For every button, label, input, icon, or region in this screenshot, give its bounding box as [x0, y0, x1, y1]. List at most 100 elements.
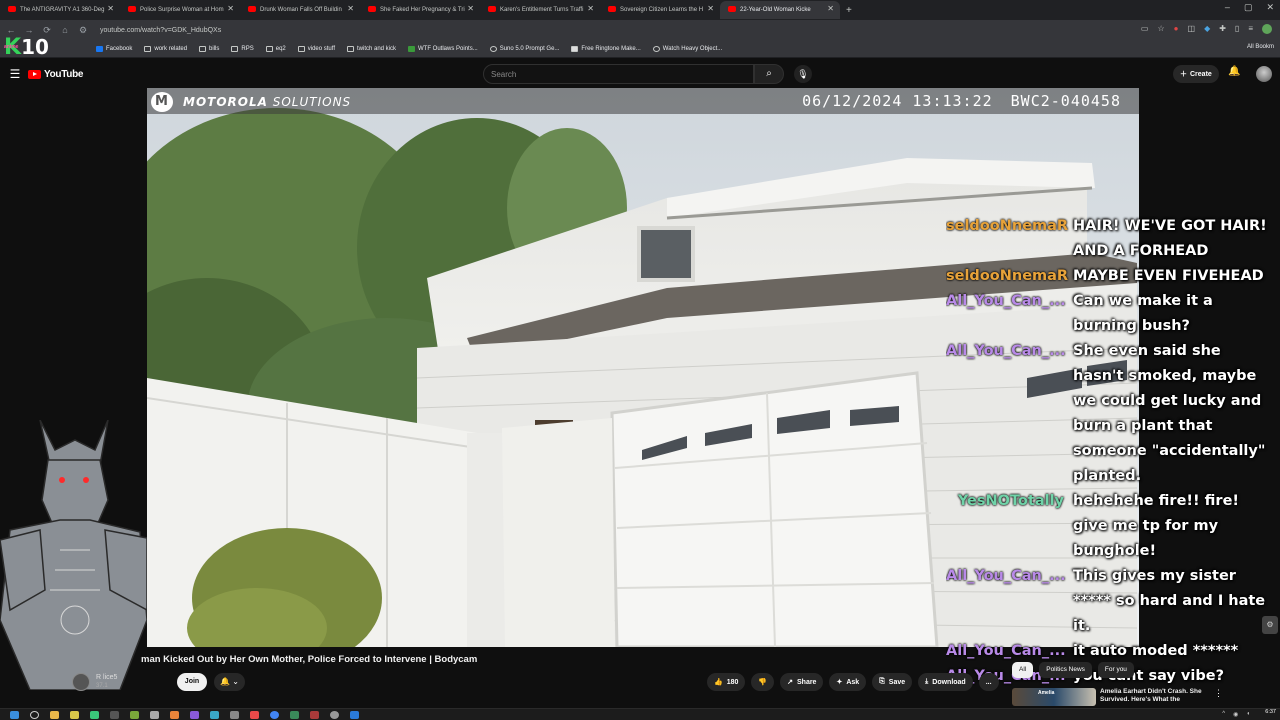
- bookmark-item[interactable]: Facebook: [96, 45, 133, 52]
- browser-tab[interactable]: She Faked Her Pregnancy & Tri ✕: [360, 1, 480, 19]
- app-icon[interactable]: [130, 710, 139, 719]
- app-icon[interactable]: [350, 710, 359, 719]
- bookmark-item[interactable]: Watch Heavy Object...: [652, 45, 722, 52]
- app-icon[interactable]: [290, 710, 299, 719]
- share-button[interactable]: ↗ Share: [780, 673, 824, 691]
- app-icon[interactable]: [230, 710, 239, 719]
- browser-tab[interactable]: Karen's Entitlement Turns Traffi ✕: [480, 1, 600, 19]
- close-tab-icon[interactable]: ✕: [587, 4, 594, 13]
- join-button[interactable]: Join: [177, 673, 207, 691]
- app-icon[interactable]: [190, 710, 199, 719]
- browser-tab[interactable]: Sovereign Citizen Learns the H ✕: [600, 1, 720, 19]
- save-button[interactable]: ⎘ Save: [872, 673, 913, 691]
- system-clock[interactable]: 6:37: [1265, 709, 1276, 715]
- extension-icon[interactable]: ◆: [1204, 24, 1210, 34]
- chip-all[interactable]: All: [1012, 662, 1034, 678]
- channel-avatar[interactable]: [72, 673, 90, 691]
- bookmark-folder[interactable]: twitch and kick: [347, 45, 396, 52]
- save-label: Save: [888, 678, 906, 686]
- volume-icon[interactable]: ◖: [1246, 711, 1250, 718]
- settings-icon[interactable]: [330, 710, 339, 719]
- bookmark-folder[interactable]: eq2: [265, 45, 286, 52]
- youtube-logo[interactable]: YouTube: [28, 69, 84, 80]
- url-field[interactable]: youtube.com/watch?v=GDK_HdubQXs: [100, 27, 221, 34]
- recommended-title[interactable]: Amelia Earhart Didn't Crash. She Survive…: [1100, 688, 1210, 706]
- maximize-icon[interactable]: ▢: [1244, 2, 1253, 13]
- browser-tab[interactable]: Police Surprise Woman at Hom ✕: [120, 1, 240, 19]
- file-explorer-icon[interactable]: [50, 710, 59, 719]
- search-input[interactable]: Search: [483, 64, 754, 84]
- all-bookmarks-button[interactable]: All Bookm: [1247, 44, 1274, 50]
- app-icon[interactable]: [310, 710, 319, 719]
- recommended-thumbnail[interactable]: Amelia: [1012, 688, 1096, 706]
- app-icon[interactable]: [70, 710, 79, 719]
- like-button[interactable]: 👍 180: [707, 673, 746, 691]
- network-icon[interactable]: ◉: [1233, 711, 1238, 718]
- bookmark-item[interactable]: Free Ringtone Make...: [571, 45, 641, 52]
- app-icon[interactable]: [250, 710, 259, 719]
- profile-avatar[interactable]: [1262, 24, 1272, 34]
- minimize-icon[interactable]: –: [1225, 2, 1230, 13]
- bookmark-folder[interactable]: RPS: [231, 45, 254, 52]
- profile-icon[interactable]: ≡: [1248, 24, 1253, 34]
- close-window-icon[interactable]: ✕: [1266, 2, 1274, 13]
- chevron-up-icon[interactable]: ^: [1222, 711, 1225, 718]
- bookmark-item[interactable]: WTF Outlaws Points...: [408, 45, 478, 52]
- user-avatar[interactable]: [1256, 66, 1272, 82]
- overlay-toggle-icon[interactable]: ⚙: [1262, 616, 1278, 634]
- browser-tab-active[interactable]: 22-Year-Old Woman Kicke ✕: [720, 1, 840, 19]
- app-icon[interactable]: [170, 710, 179, 719]
- home-icon[interactable]: ⌂: [56, 25, 74, 35]
- cast-icon[interactable]: ▭: [1141, 24, 1149, 34]
- close-tab-icon[interactable]: ✕: [707, 4, 714, 13]
- youtube-favicon-icon: [728, 6, 736, 12]
- folder-icon: [347, 45, 354, 52]
- subscriber-count: 37.1: [96, 683, 108, 689]
- new-tab-button[interactable]: +: [840, 5, 858, 16]
- bookmark-star-icon[interactable]: ☆: [1157, 24, 1164, 34]
- puzzle-icon[interactable]: ✚: [1219, 24, 1226, 34]
- close-tab-icon[interactable]: ✕: [107, 4, 114, 13]
- kebab-menu-icon[interactable]: ⋮: [1214, 688, 1223, 706]
- browser-tab[interactable]: The ANTIGRAVITY A1 360-Deg ✕: [0, 1, 120, 19]
- dislike-button[interactable]: 👎: [751, 673, 775, 691]
- app-icon[interactable]: [210, 710, 219, 719]
- more-actions-button[interactable]: ...: [978, 673, 999, 691]
- close-tab-icon[interactable]: ✕: [227, 4, 234, 13]
- close-tab-icon[interactable]: ✕: [467, 4, 474, 13]
- app-icon[interactable]: [110, 710, 119, 719]
- notifications-bell-icon[interactable]: 🔔: [1228, 66, 1240, 77]
- youtube-favicon-icon: [368, 6, 376, 12]
- download-button[interactable]: ⤓ Download: [918, 673, 973, 691]
- bookmark-item[interactable]: Suno 5.0 Prompt Ge...: [489, 45, 559, 52]
- search-button[interactable]: ⌕: [754, 64, 784, 84]
- bookmark-folder[interactable]: video stuff: [297, 45, 335, 52]
- close-tab-icon[interactable]: ✕: [827, 4, 834, 13]
- menu-icon[interactable]: ☰: [2, 67, 28, 81]
- search-icon[interactable]: [30, 710, 39, 719]
- site-info-icon[interactable]: ⚙: [74, 25, 92, 36]
- chrome-icon[interactable]: [270, 710, 279, 719]
- bookmark-folder[interactable]: work related: [144, 45, 187, 52]
- subscription-bell-button[interactable]: 🔔 ⌄: [214, 673, 245, 691]
- chat-text: hehehehe fire!! fire! give me tp for my …: [1073, 493, 1240, 559]
- app-icon[interactable]: [90, 710, 99, 719]
- extension-icon[interactable]: ◫: [1188, 24, 1196, 34]
- bookmark-folder[interactable]: bills: [199, 45, 219, 52]
- app-icon[interactable]: [150, 710, 159, 719]
- windows-start-icon[interactable]: [10, 710, 19, 719]
- channel-name[interactable]: R lice5 37.1: [96, 673, 117, 691]
- sidebar-icon[interactable]: ▯: [1235, 24, 1239, 34]
- page-icon: [571, 45, 579, 52]
- chip-politics-news[interactable]: Politics News: [1039, 662, 1092, 678]
- ask-button[interactable]: ✦ Ask: [829, 673, 867, 691]
- voice-search-button[interactable]: 🎙: [794, 65, 812, 83]
- extension-icon[interactable]: ●: [1174, 24, 1179, 34]
- browser-tab[interactable]: Drunk Woman Falls Off Buildin ✕: [240, 1, 360, 19]
- recommended-video[interactable]: Amelia Amelia Earhart Didn't Crash. She …: [1012, 688, 1280, 706]
- bookmark-label: video stuff: [307, 45, 335, 52]
- bookmark-label: Facebook: [106, 45, 133, 52]
- chip-for-you[interactable]: For you: [1097, 662, 1134, 678]
- create-button[interactable]: ＋ Create: [1173, 65, 1219, 83]
- close-tab-icon[interactable]: ✕: [347, 4, 354, 13]
